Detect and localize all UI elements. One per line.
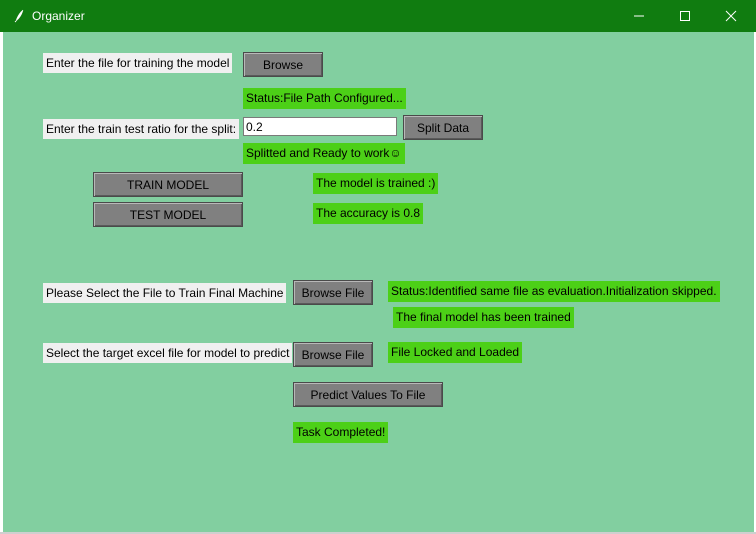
browse-training-file-button[interactable]: Browse xyxy=(243,52,323,77)
task-completed-status: Task Completed! xyxy=(293,422,389,443)
close-button[interactable] xyxy=(708,0,754,32)
close-icon xyxy=(725,10,737,22)
predict-target-label: Select the target excel file for model t… xyxy=(43,343,293,363)
final-model-status: The final model has been trained xyxy=(393,307,574,328)
minimize-icon xyxy=(634,15,644,17)
final-file-status: Status:Identified same file as evaluatio… xyxy=(388,281,720,302)
accuracy-status: The accuracy is 0.8 xyxy=(313,203,424,224)
split-ratio-label: Enter the train test ratio for the split… xyxy=(43,119,240,139)
maximize-icon xyxy=(680,11,690,21)
window-title: Organizer xyxy=(32,9,85,23)
minimize-button[interactable] xyxy=(616,0,662,32)
title-bar: Organizer xyxy=(0,0,756,32)
train-status: The model is trained :) xyxy=(313,173,439,194)
main-panel: Enter the file for training the model Br… xyxy=(3,32,754,532)
browse-final-file-button[interactable]: Browse File xyxy=(293,280,373,305)
predict-values-button[interactable]: Predict Values To File xyxy=(293,382,443,407)
split-status: Splitted and Ready to work☺ xyxy=(243,143,405,164)
training-file-status: Status:File Path Configured... xyxy=(243,88,406,109)
feather-icon xyxy=(14,9,24,23)
test-model-button[interactable]: TEST MODEL xyxy=(93,202,243,227)
training-file-label: Enter the file for training the model xyxy=(43,53,233,73)
predict-file-status: File Locked and Loaded xyxy=(388,342,523,363)
final-machine-label: Please Select the File to Train Final Ma… xyxy=(43,283,287,303)
split-data-button[interactable]: Split Data xyxy=(403,115,483,140)
train-model-button[interactable]: TRAIN MODEL xyxy=(93,172,243,197)
browse-predict-file-button[interactable]: Browse File xyxy=(293,342,373,367)
maximize-button[interactable] xyxy=(662,0,708,32)
split-ratio-input[interactable] xyxy=(243,117,397,136)
